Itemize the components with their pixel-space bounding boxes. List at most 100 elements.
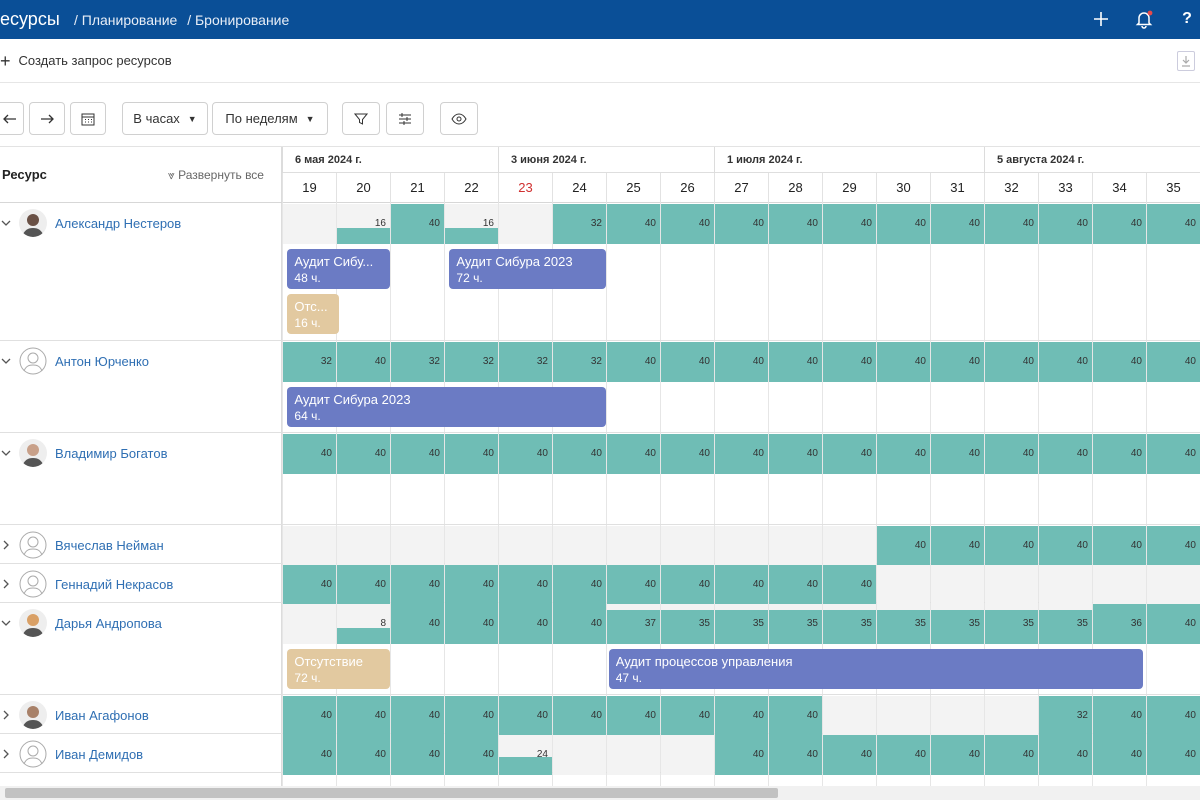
units-dropdown[interactable]: В часах ▼ (122, 102, 208, 135)
capacity-cell[interactable]: 40 (715, 342, 768, 382)
capacity-cell[interactable]: 40 (553, 604, 606, 644)
capacity-cell[interactable]: 40 (1039, 526, 1092, 566)
capacity-cell[interactable]: 40 (715, 565, 768, 605)
capacity-cell[interactable]: 32 (553, 342, 606, 382)
capacity-cell[interactable] (931, 696, 984, 736)
capacity-cell[interactable]: 32 (553, 204, 606, 244)
capacity-cell[interactable]: 40 (661, 434, 714, 474)
capacity-cell[interactable]: 40 (823, 204, 876, 244)
capacity-cell[interactable]: 40 (553, 565, 606, 605)
capacity-cell[interactable]: 40 (985, 735, 1038, 775)
capacity-cell[interactable]: 40 (445, 565, 498, 605)
capacity-cell[interactable]: 40 (1147, 735, 1200, 775)
capacity-cell[interactable]: 32 (1039, 696, 1092, 736)
capacity-cell[interactable]: 40 (769, 434, 822, 474)
resource-name[interactable]: Владимир Богатов (55, 446, 167, 461)
capacity-cell[interactable]: 40 (391, 696, 444, 736)
absence-booking[interactable]: Отс... 16 ч. (287, 294, 339, 334)
view-button[interactable] (440, 102, 478, 135)
resource-name[interactable]: Иван Агафонов (55, 708, 149, 723)
app-title[interactable]: есурсы (0, 8, 60, 30)
capacity-cell[interactable]: 40 (931, 204, 984, 244)
capacity-cell[interactable]: 40 (283, 735, 336, 775)
capacity-cell[interactable]: 40 (769, 204, 822, 244)
chevron-right-icon[interactable] (0, 578, 12, 590)
project-booking[interactable]: Аудит Сибура 2023 64 ч. (287, 387, 606, 427)
chevron-right-icon[interactable] (0, 748, 12, 760)
project-booking[interactable]: Аудит процессов управления 47 ч. (608, 649, 1144, 689)
chevron-down-icon[interactable] (0, 617, 12, 629)
capacity-cell[interactable]: 40 (607, 204, 660, 244)
capacity-cell[interactable] (769, 526, 822, 566)
capacity-cell[interactable]: 40 (553, 696, 606, 736)
capacity-cell[interactable]: 40 (931, 735, 984, 775)
capacity-cell[interactable]: 40 (985, 526, 1038, 566)
capacity-cell[interactable]: 35 (769, 604, 822, 644)
capacity-cell[interactable]: 35 (823, 604, 876, 644)
capacity-cell[interactable]: 40 (1039, 434, 1092, 474)
capacity-cell[interactable]: 40 (769, 696, 822, 736)
capacity-cell[interactable] (985, 696, 1038, 736)
capacity-cell[interactable]: 35 (931, 604, 984, 644)
capacity-cell[interactable] (985, 565, 1038, 605)
capacity-cell[interactable] (283, 604, 336, 644)
capacity-cell[interactable] (823, 526, 876, 566)
resource-name[interactable]: Иван Демидов (55, 747, 143, 762)
chevron-right-icon[interactable] (0, 539, 12, 551)
capacity-cell[interactable]: 40 (877, 342, 930, 382)
capacity-cell[interactable]: 40 (445, 735, 498, 775)
capacity-cell[interactable]: 36 (1093, 604, 1146, 644)
create-resource-request-button[interactable]: + Создать запрос ресурсов (0, 52, 172, 70)
capacity-cell[interactable]: 24 (499, 735, 552, 775)
chevron-down-icon[interactable] (0, 355, 12, 367)
capacity-cell[interactable]: 40 (607, 434, 660, 474)
capacity-cell[interactable] (1093, 565, 1146, 605)
capacity-cell[interactable] (1039, 565, 1092, 605)
capacity-cell[interactable]: 40 (931, 526, 984, 566)
capacity-cell[interactable]: 40 (715, 204, 768, 244)
capacity-cell[interactable]: 8 (337, 604, 390, 644)
capacity-cell[interactable]: 40 (661, 565, 714, 605)
capacity-cell[interactable]: 40 (1093, 735, 1146, 775)
capacity-cell[interactable]: 40 (715, 696, 768, 736)
capacity-cell[interactable]: 40 (823, 434, 876, 474)
capacity-cell[interactable]: 40 (823, 735, 876, 775)
capacity-cell[interactable] (553, 735, 606, 775)
capacity-cell[interactable]: 40 (499, 696, 552, 736)
capacity-cell[interactable]: 40 (283, 565, 336, 605)
capacity-cell[interactable]: 40 (769, 565, 822, 605)
previous-button[interactable] (0, 102, 24, 135)
capacity-cell[interactable] (715, 526, 768, 566)
capacity-cell[interactable]: 35 (985, 604, 1038, 644)
add-icon[interactable] (1090, 8, 1112, 30)
capacity-cell[interactable]: 35 (661, 604, 714, 644)
export-icon[interactable] (1177, 51, 1195, 71)
capacity-cell[interactable]: 40 (445, 434, 498, 474)
bell-icon[interactable] (1133, 8, 1155, 30)
capacity-cell[interactable]: 40 (823, 342, 876, 382)
capacity-cell[interactable]: 40 (1147, 434, 1200, 474)
resource-name[interactable]: Вячеслав Нейман (55, 538, 164, 553)
capacity-cell[interactable]: 16 (445, 204, 498, 244)
resource-name[interactable]: Геннадий Некрасов (55, 577, 173, 592)
capacity-cell[interactable] (283, 526, 336, 566)
capacity-cell[interactable]: 40 (877, 434, 930, 474)
capacity-cell[interactable] (553, 526, 606, 566)
capacity-cell[interactable]: 40 (337, 565, 390, 605)
capacity-cell[interactable]: 40 (661, 342, 714, 382)
capacity-cell[interactable]: 40 (877, 735, 930, 775)
capacity-cell[interactable] (1147, 565, 1200, 605)
capacity-cell[interactable]: 40 (445, 696, 498, 736)
capacity-cell[interactable]: 37 (607, 604, 660, 644)
capacity-cell[interactable]: 40 (931, 342, 984, 382)
project-booking[interactable]: Аудит Сибу... 48 ч. (287, 249, 390, 289)
capacity-cell[interactable]: 40 (499, 604, 552, 644)
capacity-cell[interactable]: 40 (769, 735, 822, 775)
capacity-cell[interactable]: 40 (553, 434, 606, 474)
capacity-cell[interactable]: 40 (607, 342, 660, 382)
capacity-cell[interactable]: 40 (877, 526, 930, 566)
help-icon[interactable]: ? (1176, 8, 1198, 30)
chevron-down-icon[interactable] (0, 447, 12, 459)
filter-button[interactable] (342, 102, 380, 135)
resource-name[interactable]: Дарья Андропова (55, 616, 162, 631)
